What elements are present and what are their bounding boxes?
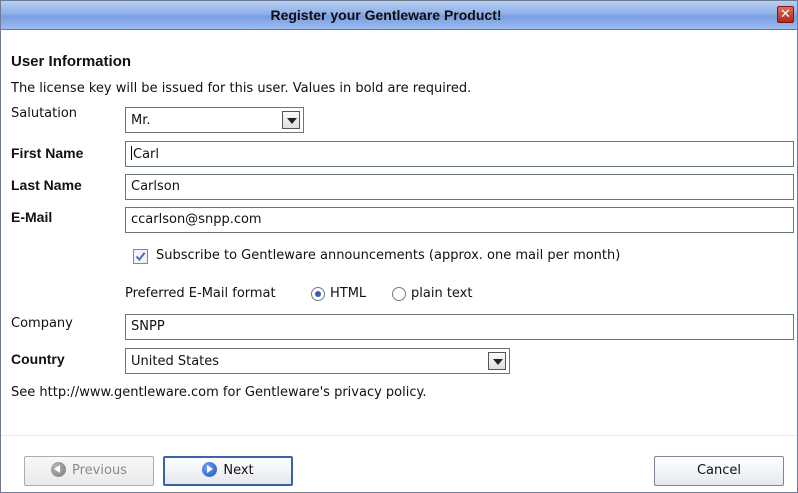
- cancel-label: Cancel: [696, 463, 742, 478]
- section-description: The license key will be issued for this …: [11, 81, 472, 96]
- email-label: E-Mail: [11, 209, 53, 225]
- close-button[interactable]: ✕: [777, 6, 794, 23]
- first-name-label: First Name: [11, 145, 84, 161]
- first-name-value: Carl: [133, 147, 159, 162]
- window-title: Register your Gentleware Product!: [270, 7, 502, 23]
- company-label: Company: [11, 316, 73, 331]
- previous-label: Previous: [72, 463, 127, 478]
- text-caret: [131, 146, 132, 160]
- country-select[interactable]: United States: [125, 348, 510, 374]
- company-value: SNPP: [131, 319, 165, 334]
- arrow-right-circle-icon: [202, 462, 218, 477]
- section-heading: User Information: [11, 53, 132, 70]
- html-radio-label[interactable]: HTML: [330, 286, 366, 301]
- privacy-note: See http://www.gentleware.com for Gentle…: [11, 385, 427, 400]
- checkmark-icon: [135, 252, 146, 262]
- country-value: United States: [131, 354, 220, 369]
- last-name-label: Last Name: [11, 177, 82, 193]
- email-field[interactable]: ccarlson@snpp.com: [125, 207, 794, 233]
- chevron-down-icon[interactable]: [282, 111, 300, 129]
- salutation-select[interactable]: Mr.: [125, 107, 304, 133]
- subscribe-checkbox[interactable]: [133, 249, 148, 264]
- plain-text-radio-label[interactable]: plain text: [411, 286, 472, 301]
- divider: [1, 435, 797, 436]
- title-bar[interactable]: Register your Gentleware Product! ✕: [1, 1, 797, 30]
- first-name-field[interactable]: Carl: [125, 141, 794, 167]
- last-name-field[interactable]: Carlson: [125, 174, 794, 200]
- email-value: ccarlson@snpp.com: [131, 212, 262, 227]
- last-name-value: Carlson: [131, 179, 180, 194]
- previous-button[interactable]: Previous: [24, 456, 154, 486]
- subscribe-label[interactable]: Subscribe to Gentleware announcements (a…: [156, 248, 620, 263]
- plain-text-radio[interactable]: [392, 287, 406, 301]
- salutation-value: Mr.: [131, 113, 151, 128]
- salutation-label: Salutation: [11, 106, 78, 121]
- cancel-button[interactable]: Cancel: [654, 456, 784, 486]
- registration-dialog: Register your Gentleware Product! ✕ User…: [0, 0, 798, 493]
- country-label: Country: [11, 351, 65, 367]
- company-field[interactable]: SNPP: [125, 314, 794, 340]
- mail-format-label: Preferred E-Mail format: [125, 286, 276, 301]
- html-radio[interactable]: [311, 287, 325, 301]
- chevron-down-icon[interactable]: [488, 352, 506, 370]
- next-label: Next: [223, 463, 254, 478]
- arrow-left-circle-icon: [51, 462, 67, 477]
- close-icon: ✕: [780, 7, 791, 22]
- next-button[interactable]: Next: [163, 456, 293, 486]
